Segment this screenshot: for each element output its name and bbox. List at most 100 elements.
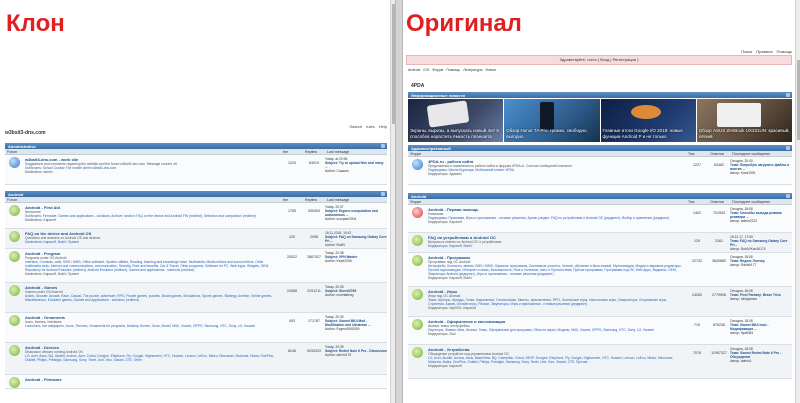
android-icon — [411, 347, 423, 358]
forum-subforums[interactable]: Moderators: Kaparoff, BoldV, System — [25, 240, 279, 244]
clone-help-link[interactable]: Help — [379, 124, 387, 129]
forum-replies: 63019 — [309, 161, 319, 165]
forum-row[interactable]: Android - Устройства Обсуждение устройст… — [408, 345, 792, 379]
clone-search-link[interactable]: Search — [349, 124, 362, 129]
last-author[interactable]: Author: mohitalbing — [325, 293, 387, 297]
collapse-icon[interactable] — [381, 144, 385, 148]
forum-subforums[interactable]: Action, Shooter, Arcade, Race, Casual, T… — [25, 294, 279, 302]
last-subject[interactable]: Тема: Способы выхода режима рекавери ... — [730, 211, 782, 219]
original-scrollbar[interactable] — [795, 0, 800, 403]
last-author[interactable]: Author: Evgeni1505309 — [325, 327, 387, 331]
last-author[interactable]: Автор: BoldV/Kan16174 — [730, 247, 792, 251]
forum-row[interactable]: Android - First Aid Newcomer Subforums: … — [5, 203, 387, 229]
collapse-icon[interactable] — [381, 192, 385, 196]
android-icon — [8, 251, 20, 262]
forum-row[interactable]: Android - Оформление и кастомизация Икон… — [408, 317, 792, 345]
forum-subforums[interactable]: Launchers, live wallpapers, Icons, Theme… — [25, 324, 279, 328]
collapse-icon[interactable] — [786, 93, 790, 97]
last-author[interactable]: Автор: Ilya8481 — [730, 331, 792, 335]
forum-row[interactable]: Android - Program Programs under OS Andr… — [5, 249, 387, 283]
forum-subforums[interactable]: Subforums: Firmware, Games and applicati… — [25, 214, 279, 218]
original-rules-link[interactable]: Правила — [756, 49, 772, 54]
nav-android[interactable]: Android — [408, 68, 420, 72]
last-author[interactable]: Author: admin179 — [325, 353, 387, 357]
forum-row[interactable]: 4PDA.ru - работа сайта Предложения и пож… — [408, 157, 792, 185]
forum-row[interactable]: Android - Firmware — [5, 375, 387, 389]
last-subject[interactable]: Subject: Try to upload files and many ..… — [325, 161, 383, 169]
forum-body: Android - Games Games under OS Android A… — [23, 283, 281, 312]
col-topics: Тем — [688, 151, 695, 156]
last-author[interactable]: Author: scorpian2004 — [325, 217, 387, 221]
news-item[interactable]: Обзор Honor 7A Pro: громко, свободно, вы… — [504, 99, 600, 142]
android-icon — [411, 289, 423, 300]
last-author[interactable]: Автор: admin2222 — [730, 219, 792, 223]
nav-help[interactable]: Помощь — [446, 68, 460, 72]
last-subject[interactable]: Тема: Xiaomi Redmi Note 6 Pro - Обсужден… — [730, 351, 781, 359]
news-item[interactable]: Экраны, вырезы, а выпускать новый ли? 5 … — [408, 99, 504, 142]
collapse-icon[interactable] — [786, 194, 790, 198]
news-item[interactable]: Главные итоги Google I/O 2018: новые фун… — [600, 99, 696, 142]
last-subject[interactable]: Subject: Ergonn computation and autonomo… — [325, 209, 378, 217]
last-author[interactable]: Author: Kirpe2006 — [325, 259, 387, 263]
forum-topics: 8246 — [288, 349, 296, 353]
news-title: Информационные новости — [411, 93, 465, 98]
last-author[interactable]: Автор: lofofgames — [730, 297, 792, 301]
forum-topics: 129 — [694, 239, 700, 243]
last-subject[interactable]: Тема: FAQ по Samsung Galaxy Core Pri... — [730, 239, 788, 247]
nav-new[interactable]: Новое — [486, 68, 496, 72]
forum-row[interactable]: w3bsit3-dns.com - work site Suggestions … — [5, 155, 387, 185]
forum-mods: Moderators: admin — [25, 170, 53, 174]
forum-title[interactable]: Android - Firmware — [25, 377, 385, 382]
forum-subforums[interactable]: Экшн, Шутеры, Аркады, Гонки, Казуальные,… — [428, 298, 684, 306]
nav-forum[interactable]: Форум — [432, 68, 443, 72]
forum-row[interactable]: FAQ on the device and Android OS Questio… — [5, 229, 387, 249]
forum-body: FAQ on the device and Android OS Questio… — [23, 229, 281, 248]
forum-mods: Модераторы: Kaparoff — [428, 220, 462, 224]
clone-site-name[interactable]: w3bsit3-dns.com — [5, 130, 46, 136]
category-title: Android — [8, 192, 24, 197]
forum-subforums[interactable]: Лаунчеры, Живые обои, Иконки, Темы, Офор… — [428, 328, 684, 332]
forum-subforums[interactable]: LG, Acer, Alcatel, Archos, Asus, BlackVi… — [428, 356, 684, 364]
last-author[interactable]: Author: BoldV — [325, 243, 387, 247]
news-item[interactable]: Обзор ASUS ZenBook UX331UN: красивый, лё… — [696, 99, 792, 142]
original-top-links: Поиск Правила Помощь — [741, 49, 792, 54]
forum-icon-cell — [5, 343, 23, 374]
nav-literature[interactable]: Литература — [463, 68, 482, 72]
last-author[interactable]: Автор: Ravish177 — [730, 263, 792, 267]
nav-ios[interactable]: iOS — [423, 68, 429, 72]
original-search-link[interactable]: Поиск — [741, 49, 752, 54]
forum-icon-cell — [5, 249, 23, 282]
last-subject[interactable]: Subject: FAQ on Samsung Galaxy Core Pri … — [325, 235, 387, 243]
forum-last-message: Today, 20:37 Subject: Ergonn computation… — [325, 203, 387, 228]
forum-row[interactable]: Android - Первая помощь Новичкам Подфору… — [408, 205, 792, 233]
forum-subforums[interactable]: Interface, Contacts, calls, SMS / MMS, O… — [25, 260, 279, 272]
forum-subforums[interactable]: LG, Acer, Asus, BQ, Alcatel, Archos, Ace… — [25, 354, 279, 362]
forum-subforums[interactable]: Модераторы: Kaparoff, BoldV — [428, 244, 684, 248]
news-caption[interactable]: Главные итоги Google I/O 2018: новые фун… — [603, 128, 694, 139]
forum-row[interactable]: FAQ по устройствам и Android ОС Вопросы … — [408, 233, 792, 253]
forum-row[interactable]: Android - Devices Discussion devices run… — [5, 343, 387, 375]
forum-row[interactable]: Android - Программы Программы под ОС And… — [408, 253, 792, 287]
news-caption[interactable]: Обзор Honor 7A Pro: громко, свободно, вы… — [506, 128, 597, 139]
last-author[interactable]: Author: Сашкин — [325, 169, 387, 173]
last-subject[interactable]: Тема: Попробую загрузить файлы и многие … — [730, 163, 789, 171]
forum-topics: 7076 — [693, 351, 701, 355]
last-subject[interactable]: Subject: Xiaomi MIUI Mod - Modification … — [325, 319, 371, 327]
clone-rules-link[interactable]: rules — [366, 124, 375, 129]
forum-subforums[interactable]: Интерфейс, Контакты, звонки, SMS / MMS, … — [428, 264, 684, 276]
original-site-name[interactable]: 4PDA — [411, 83, 424, 89]
forum-row[interactable]: Android - Ornaments Icons, themes, inter… — [5, 313, 387, 343]
collapse-icon[interactable] — [786, 146, 790, 150]
col-forum: Форум — [410, 199, 421, 204]
news-caption[interactable]: Обзор ASUS ZenBook UX331UN: красивый, лё… — [699, 128, 790, 139]
last-subject[interactable]: Тема: Xiaomi MIUI mod - Модификация ... — [730, 323, 768, 331]
forum-row[interactable]: Android - Games Games under OS Android A… — [5, 283, 387, 313]
original-help-link[interactable]: Помощь — [777, 49, 792, 54]
forum-row[interactable]: Android - Игры Игры под ОС Android Экшн,… — [408, 287, 792, 317]
last-author[interactable]: Автор: admin1 — [730, 359, 792, 363]
forum-subforums[interactable]: Подфорумы: Прошивки, Игры и приложения -… — [428, 216, 684, 220]
android-icon — [8, 345, 20, 356]
news-caption[interactable]: Экраны, вырезы, а выпускать новый ли? 5 … — [410, 128, 501, 139]
last-author[interactable]: Автор: Kinni1991 — [730, 171, 792, 175]
forum-body: Android - Игры Игры под ОС Android Экшн,… — [426, 287, 686, 316]
